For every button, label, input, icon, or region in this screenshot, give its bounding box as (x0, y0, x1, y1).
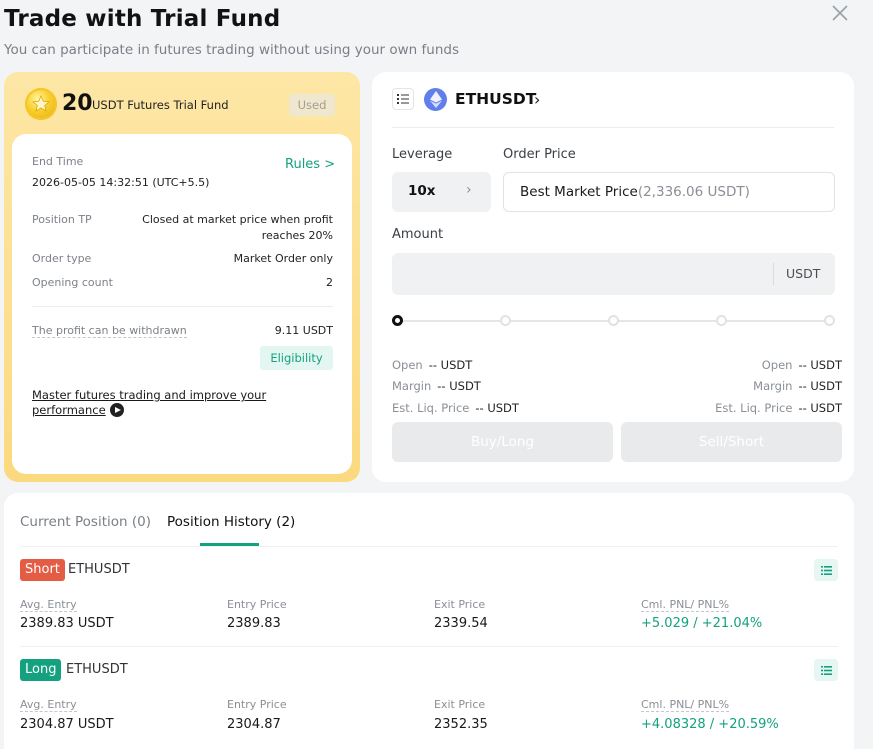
eth-icon (424, 88, 447, 111)
liq-price-info-left: Est. Liq. Price -- USDT (392, 401, 519, 415)
symbol-selector[interactable]: ETHUSDT (455, 90, 536, 108)
sell-short-button[interactable]: Sell/Short (621, 422, 842, 462)
fund-amount: 20 (62, 91, 93, 116)
open-info-right: Open -- USDT (761, 358, 842, 372)
liq-price-info-right: Est. Liq. Price -- USDT (715, 401, 842, 415)
tab-current-position[interactable]: Current Position (0) (20, 514, 151, 530)
chevron-right-icon: › (534, 90, 541, 109)
avg-entry-value: 2304.87 USDT (20, 717, 114, 732)
close-button[interactable] (830, 3, 850, 23)
exit-price-label: Exit Price (434, 698, 486, 711)
coin-icon (25, 88, 57, 120)
master-link-line1: Master futures trading and improve your (32, 388, 267, 402)
amount-input[interactable]: USDT (392, 253, 835, 295)
avg-entry-label: Avg. Entry (20, 598, 77, 612)
fund-details-panel: End Time 2026-05-05 14:32:51 (UTC+5.5) R… (12, 134, 352, 474)
margin-info-left: Margin -- USDT (392, 379, 481, 393)
pnl-value: +5.029 / +21.04% (641, 616, 763, 631)
slider-step-50[interactable] (608, 315, 619, 326)
order-price-sub: (2,336.06 USDT) (637, 184, 750, 200)
amount-label: Amount (392, 227, 444, 242)
master-link-line2: performance (32, 403, 106, 417)
eligibility-button[interactable]: Eligibility (260, 346, 333, 370)
avg-entry-label: Avg. Entry (20, 698, 77, 712)
list-icon (820, 565, 832, 575)
exit-price-value: 2352.35 (434, 717, 488, 732)
leverage-value: 10x (408, 183, 436, 199)
position-detail-button[interactable] (814, 659, 838, 681)
tab-position-history[interactable]: Position History (2) (167, 514, 295, 530)
position-symbol: ETHUSDT (66, 662, 128, 677)
buy-long-button[interactable]: Buy/Long (392, 422, 613, 462)
rules-link[interactable]: Rules > (285, 157, 335, 172)
market-list-button[interactable] (392, 88, 414, 110)
slider-step-75[interactable] (716, 315, 727, 326)
opening-count-label: Opening count (32, 276, 113, 289)
close-icon (832, 5, 848, 21)
margin-info-right: Margin -- USDT (753, 379, 842, 393)
side-badge-short: Short (20, 559, 65, 581)
profit-value: 9.11 USDT (274, 324, 333, 337)
exit-price-label: Exit Price (434, 598, 486, 611)
pnl-value: +4.08328 / +20.59% (641, 717, 779, 732)
position-tp-value-line2: reaches 20% (261, 229, 333, 242)
position-symbol: ETHUSDT (68, 562, 130, 577)
divider (392, 127, 834, 128)
order-price-label: Order Price (503, 147, 576, 162)
slider-step-100[interactable] (824, 315, 835, 326)
list-icon (820, 665, 832, 675)
divider (32, 306, 333, 307)
slider-step-25[interactable] (500, 315, 511, 326)
exit-price-value: 2339.54 (434, 616, 488, 631)
open-info-left: Open -- USDT (392, 358, 473, 372)
leverage-selector[interactable]: 10x › (392, 172, 491, 212)
amount-unit: USDT (786, 266, 821, 281)
pnl-label: Cml. PNL/ PNL% (641, 598, 730, 612)
page-title: Trade with Trial Fund (4, 6, 281, 32)
leverage-label: Leverage (392, 147, 453, 162)
order-type-value: Market Order only (233, 252, 333, 265)
entry-price-label: Entry Price (227, 698, 287, 711)
slider-step-0[interactable] (392, 315, 403, 326)
list-icon (397, 94, 409, 104)
status-badge: Used (289, 94, 335, 116)
play-icon (109, 403, 124, 417)
fund-label: USDT Futures Trial Fund (92, 98, 229, 112)
entry-price-value: 2389.83 (227, 616, 281, 631)
page-subtitle: You can participate in futures trading w… (4, 42, 459, 58)
order-price-main: Best Market Price (520, 184, 638, 200)
positions-panel: Current Position (0) Position History (2… (4, 493, 854, 749)
position-tp-value-line1: Closed at market price when profit (142, 213, 333, 226)
trade-panel: ETHUSDT › Leverage Order Price 10x › Bes… (372, 72, 854, 482)
opening-count-value: 2 (326, 276, 333, 289)
chevron-right-icon: › (466, 182, 472, 198)
order-price-field[interactable]: Best Market Price(2,336.06 USDT) (503, 172, 835, 212)
order-type-label: Order type (32, 252, 92, 265)
entry-price-label: Entry Price (227, 598, 287, 611)
trial-fund-card: 20 USDT Futures Trial Fund Used End Time… (4, 72, 360, 482)
divider (20, 546, 838, 547)
master-futures-link[interactable]: Master futures trading and improve your … (32, 388, 272, 418)
end-time-value: 2026-05-05 14:32:51 (UTC+5.5) (32, 176, 210, 189)
pnl-label: Cml. PNL/ PNL% (641, 698, 730, 712)
entry-price-value: 2304.87 (227, 717, 281, 732)
divider (20, 646, 838, 647)
avg-entry-value: 2389.83 USDT (20, 616, 114, 631)
divider (773, 263, 774, 285)
side-badge-long: Long (20, 659, 62, 681)
profit-label: The profit can be withdrawn (32, 324, 187, 338)
end-time-label: End Time (32, 155, 84, 168)
position-tp-label: Position TP (32, 213, 92, 226)
position-detail-button[interactable] (814, 559, 838, 581)
